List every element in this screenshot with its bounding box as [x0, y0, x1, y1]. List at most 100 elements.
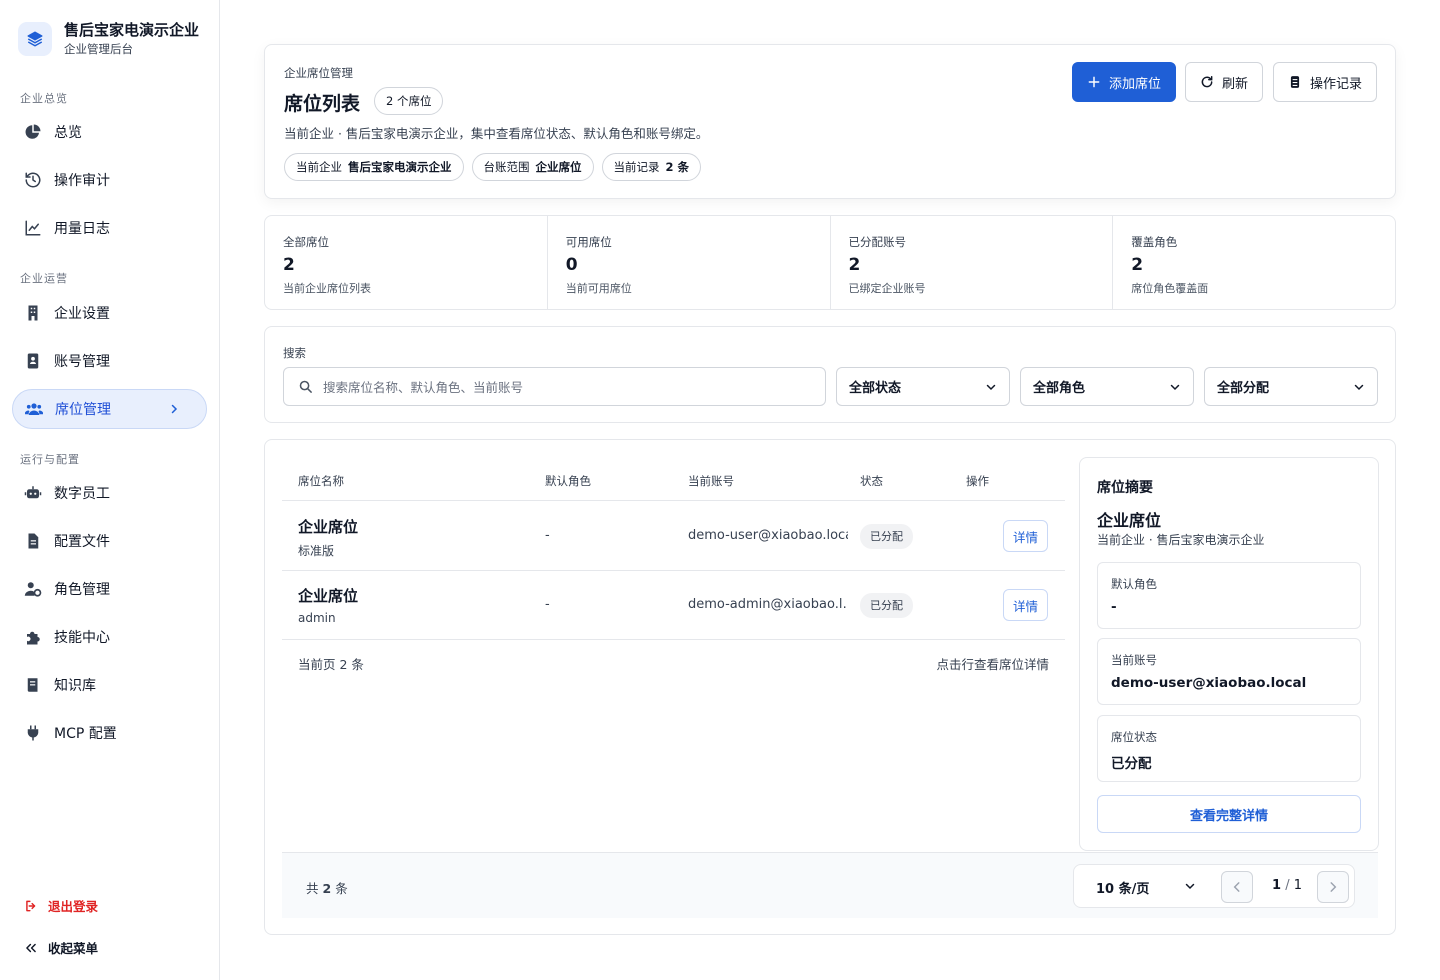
search-input[interactable]: 搜索席位名称、默认角色、当前账号: [283, 367, 826, 406]
stat-assigned-accounts: 已分配账号 2 已绑定企业账号: [831, 216, 1114, 309]
users-icon: [25, 403, 43, 415]
page-eyebrow: 企业席位管理: [284, 66, 353, 80]
refresh-icon: [1201, 76, 1213, 88]
sidebar-item-label: 数字员工: [54, 486, 110, 502]
chevron-right-icon: [171, 404, 178, 414]
section-title-runtime: 运行与配置: [20, 453, 80, 466]
seat-role: -: [545, 528, 550, 543]
sidebar-item-overview[interactable]: 总览: [12, 112, 207, 152]
table-row[interactable]: 企业席位 标准版 - demo-user@xiaobao.local 已分配 详…: [282, 502, 1065, 571]
brand-subtitle: 企业管理后台: [64, 42, 133, 56]
building-icon: [28, 305, 38, 321]
search-placeholder: 搜索席位名称、默认角色、当前账号: [323, 380, 524, 395]
assignment-filter-select[interactable]: 全部分配: [1204, 367, 1378, 406]
sidebar-item-label: 配置文件: [54, 534, 110, 550]
operation-log-button[interactable]: 操作记录: [1273, 62, 1377, 102]
collapse-menu-button[interactable]: 收起菜单: [24, 938, 98, 957]
database-icon: [1290, 76, 1300, 88]
chevron-down-icon: [1354, 384, 1364, 390]
tag-scope: 台账范围 企业席位: [471, 153, 594, 181]
sidebar-item-mcp[interactable]: MCP 配置: [12, 713, 207, 753]
sidebar-item-label: 总览: [54, 125, 82, 141]
table-row[interactable]: 企业席位 admin - demo-admin@xiaobao.l… 已分配 详…: [282, 571, 1065, 640]
sidebar-item-label: 用量日志: [54, 221, 110, 237]
sidebar-item-enterprise-settings[interactable]: 企业设置: [12, 293, 207, 333]
seat-name: 企业席位: [298, 518, 359, 536]
search-icon: [299, 380, 312, 393]
next-page-button[interactable]: [1317, 871, 1349, 903]
seat-account: demo-admin@xiaobao.l…: [688, 597, 848, 612]
sidebar-item-knowledge[interactable]: 知识库: [12, 665, 207, 705]
seat-account: demo-user@xiaobao.local: [688, 528, 848, 543]
refresh-button[interactable]: 刷新: [1185, 62, 1263, 102]
table-footer: 当前页 2 条 点击行查看席位详情: [298, 654, 1049, 673]
summary-enterprise: 当前企业 · 售后宝家电演示企业: [1097, 533, 1265, 547]
file-icon: [28, 533, 39, 549]
id-card-icon: [27, 353, 39, 369]
sidebar-item-seats[interactable]: 席位管理: [12, 389, 207, 429]
double-chevron-left-icon: [26, 943, 36, 952]
stats-strip: 全部席位 2 当前企业席位列表 可用席位 0 当前可用席位 已分配账号 2 已绑…: [264, 215, 1396, 310]
sidebar-item-skills[interactable]: 技能中心: [12, 617, 207, 657]
role-filter-select[interactable]: 全部角色: [1020, 367, 1194, 406]
sidebar-item-accounts[interactable]: 账号管理: [12, 341, 207, 381]
chevron-left-icon: [1233, 882, 1240, 892]
pie-chart-icon: [25, 124, 41, 139]
page-title: 席位列表: [284, 93, 361, 115]
stat-available-seats: 可用席位 0 当前可用席位: [548, 216, 831, 309]
plus-icon: [1088, 76, 1100, 88]
status-filter-select[interactable]: 全部状态: [836, 367, 1010, 406]
pagination-controls: 10 条/页 1 / 1: [1073, 864, 1355, 908]
column-header: 操作: [966, 474, 989, 488]
chevron-down-icon: [1170, 384, 1180, 390]
sidebar-item-label: 企业设置: [54, 306, 110, 322]
detail-button[interactable]: 详情: [1003, 520, 1048, 552]
seat-table-card: 席位名称 默认角色 当前账号 状态 操作 企业席位 标准版 - demo-use…: [264, 439, 1396, 935]
sidebar-item-config-files[interactable]: 配置文件: [12, 521, 207, 561]
pagination-bar: 共 2 条 10 条/页 1 / 1: [282, 852, 1378, 918]
sidebar-item-label: 席位管理: [55, 402, 111, 418]
summary-default-role: 默认角色 -: [1097, 562, 1361, 629]
prev-page-button[interactable]: [1221, 871, 1253, 903]
page-row-count: 当前页 2 条: [298, 657, 364, 672]
column-header: 默认角色: [545, 474, 591, 488]
table-hint: 点击行查看席位详情: [936, 657, 1049, 672]
summary-title: 席位摘要: [1097, 480, 1153, 496]
seat-summary-panel: 席位摘要 企业席位 当前企业 · 售后宝家电演示企业 默认角色 - 当前账号 d…: [1079, 457, 1379, 851]
sidebar-item-digital-staff[interactable]: 数字员工: [12, 473, 207, 513]
table-header: 席位名称 默认角色 当前账号 状态 操作: [282, 458, 1065, 501]
seat-role: -: [545, 597, 550, 612]
logout-button[interactable]: 退出登录: [24, 896, 98, 915]
section-title-operations: 企业运营: [20, 272, 68, 285]
detail-button[interactable]: 详情: [1003, 589, 1048, 621]
column-header: 状态: [860, 474, 883, 488]
sidebar-item-label: 角色管理: [54, 582, 110, 598]
total-count: 共 2 条: [306, 881, 348, 896]
brand-name: 售后宝家电演示企业: [64, 21, 200, 39]
sidebar-item-roles[interactable]: 角色管理: [12, 569, 207, 609]
collapse-label: 收起菜单: [48, 941, 99, 956]
plug-icon: [27, 725, 39, 741]
column-header: 席位名称: [298, 474, 344, 488]
seat-plan: admin: [298, 611, 336, 625]
search-card: 搜索 搜索席位名称、默认角色、当前账号 全部状态 全部角色 全部分配: [264, 326, 1396, 423]
sidebar-item-audit[interactable]: 操作审计: [12, 160, 207, 200]
chevron-down-icon: [1185, 883, 1195, 890]
column-header: 当前账号: [688, 474, 734, 488]
seat-plan: 标准版: [298, 544, 335, 558]
page-indicator: 1 / 1: [1272, 878, 1302, 893]
sidebar-item-label: 操作审计: [54, 173, 110, 189]
page-size-select[interactable]: 10 条/页: [1096, 878, 1149, 897]
add-seat-button[interactable]: 添加席位: [1072, 62, 1176, 102]
book-icon: [27, 678, 38, 692]
stat-covered-roles: 覆盖角色 2 席位角色覆盖面: [1131, 235, 1209, 295]
stat-total-seats: 全部席位 2 当前企业席位列表: [265, 216, 548, 309]
chevron-right-icon: [1330, 882, 1337, 892]
header-card: 企业席位管理 席位列表 2 个席位 当前企业 · 售后宝家电演示企业，集中查看席…: [264, 44, 1396, 199]
line-chart-icon: [25, 220, 41, 236]
sidebar-item-usage[interactable]: 用量日志: [12, 208, 207, 248]
view-full-details-button[interactable]: 查看完整详情: [1097, 795, 1361, 833]
search-label: 搜索: [283, 346, 306, 360]
logout-icon: [26, 900, 36, 911]
robot-icon: [24, 486, 42, 499]
